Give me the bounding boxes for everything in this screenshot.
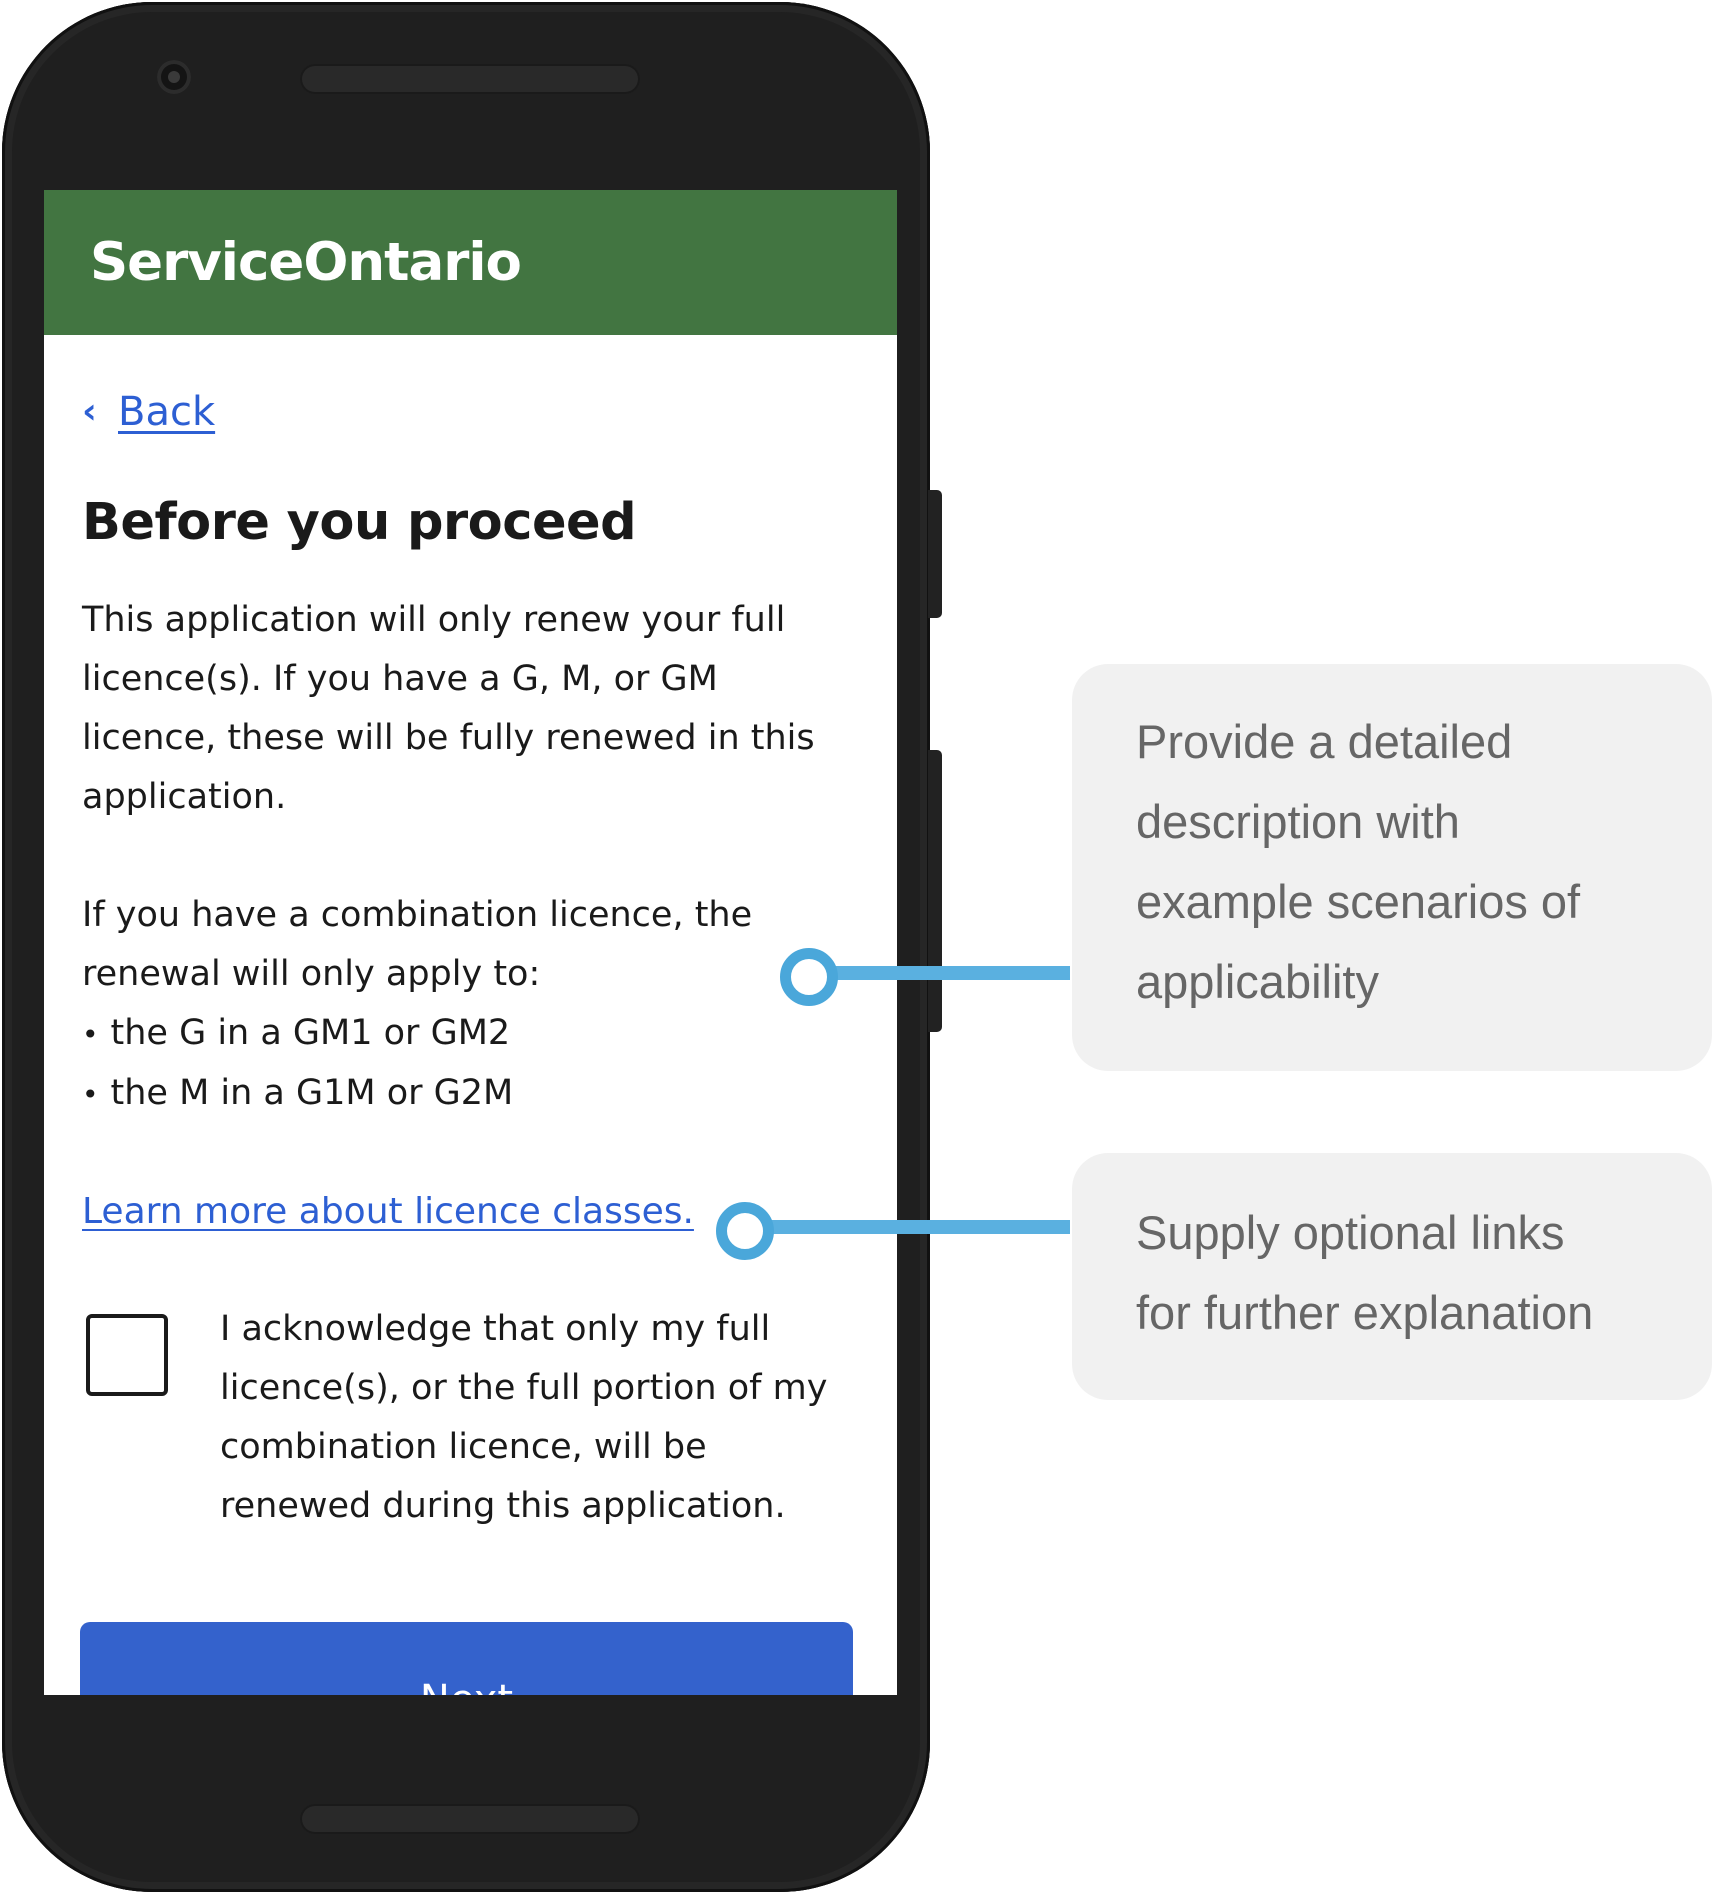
callout-dot-description [780,948,838,1006]
page-content: ‹ Back Before you proceed This applicati… [44,387,897,1536]
bullet-item: the M in a G1M or G2M [82,1064,859,1124]
phone-screen: ServiceOntario ‹ Back Before you proceed… [44,190,897,1695]
note-line: Provide a detailed [1136,715,1513,768]
phone-frame: ServiceOntario ‹ Back Before you proceed… [2,2,930,1892]
callout-dot-links [716,1202,774,1260]
page-title: Before you proceed [82,493,637,552]
note-line: applicability [1136,955,1379,1008]
info-paragraph: This application will only renew your fu… [82,600,815,817]
chevron-left-icon: ‹ [82,391,97,432]
callout-connector-links [742,1220,1070,1234]
note-line: for further explanation [1136,1286,1594,1339]
licence-bullet-list: the G in a GM1 or GM2 the M in a G1M or … [82,1004,859,1124]
acknowledgement-label: I acknowledge that only my full licence(… [220,1309,828,1526]
note-line: description with [1136,795,1460,848]
combination-paragraph: If you have a combination licence, the r… [82,895,753,994]
note-line: example scenarios of [1136,875,1581,928]
app-header: ServiceOntario [44,190,897,335]
front-camera [157,60,191,94]
callout-connector-description [800,966,1070,980]
back-navigation[interactable]: ‹ Back [82,387,859,437]
acknowledge-checkbox[interactable] [86,1314,168,1396]
annotation-description-note: Provide a detailed description with exam… [1072,664,1712,1071]
next-button[interactable]: Next [80,1622,853,1695]
acknowledgement-row: I acknowledge that only my full licence(… [82,1300,859,1536]
power-button [928,750,942,1032]
learn-more-link[interactable]: Learn more about licence classes. [82,1184,694,1240]
annotation-links-note: Supply optional links for further explan… [1072,1153,1712,1400]
bottom-speaker [300,1804,640,1834]
volume-button [928,490,942,618]
note-line: Supply optional links [1136,1206,1565,1259]
earpiece-speaker [300,64,640,94]
brand-logo: ServiceOntario [90,232,522,293]
back-link[interactable]: Back [118,389,215,435]
bullet-item: the G in a GM1 or GM2 [82,1004,859,1064]
